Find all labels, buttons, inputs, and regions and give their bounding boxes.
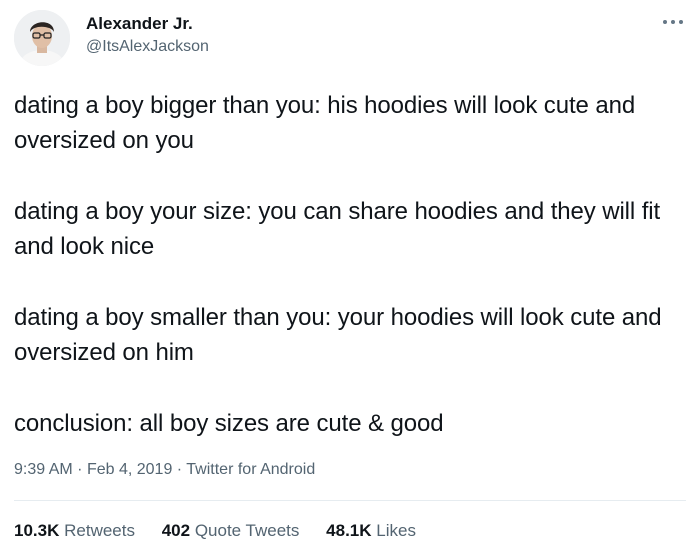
retweets-stat[interactable]: 10.3K Retweets xyxy=(14,520,135,542)
tweet-header: Alexander Jr. @ItsAlexJackson xyxy=(14,8,686,68)
tweet-paragraph: dating a boy your size: you can share ho… xyxy=(14,198,661,260)
likes-stat[interactable]: 48.1K Likes xyxy=(326,520,416,542)
tweet-paragraph: conclusion: all boy sizes are cute & goo… xyxy=(14,410,444,437)
tweet-source-link[interactable]: Twitter for Android xyxy=(186,461,315,478)
likes-count: 48.1K xyxy=(326,521,372,540)
tweet-date-link[interactable]: Feb 4, 2019 xyxy=(87,461,172,478)
display-name[interactable]: Alexander Jr. xyxy=(86,14,209,34)
quote-tweets-label: Quote Tweets xyxy=(194,521,300,540)
dot-icon xyxy=(671,20,675,24)
avatar[interactable] xyxy=(14,10,70,66)
more-options-icon[interactable] xyxy=(660,14,686,30)
dot-icon xyxy=(679,20,683,24)
engagement-stats: 10.3K Retweets 402 Quote Tweets 48.1K Li… xyxy=(14,520,438,542)
divider xyxy=(14,500,686,501)
tweet-paragraph: dating a boy smaller than you: your hood… xyxy=(14,304,662,366)
likes-label: Likes xyxy=(376,521,416,540)
tweet-card: Alexander Jr. @ItsAlexJackson dating a b… xyxy=(0,0,700,556)
tweet-time-link[interactable]: 9:39 AM xyxy=(14,461,73,478)
retweets-label: Retweets xyxy=(64,521,135,540)
separator: · xyxy=(77,461,83,478)
tweet-paragraph: dating a boy bigger than you: his hoodie… xyxy=(14,92,636,154)
user-handle[interactable]: @ItsAlexJackson xyxy=(86,36,209,58)
quote-tweets-stat[interactable]: 402 Quote Tweets xyxy=(162,520,300,542)
tweet-metadata: 9:39 AM · Feb 4, 2019 · Twitter for Andr… xyxy=(14,459,315,481)
quote-tweets-count: 402 xyxy=(161,521,191,540)
profile-photo-icon xyxy=(14,10,70,66)
dot-icon xyxy=(663,20,667,24)
tweet-text: dating a boy bigger than you: his hoodie… xyxy=(14,88,690,441)
separator: · xyxy=(176,461,183,478)
retweets-count: 10.3K xyxy=(14,521,60,540)
author-names: Alexander Jr. @ItsAlexJackson xyxy=(86,14,209,58)
